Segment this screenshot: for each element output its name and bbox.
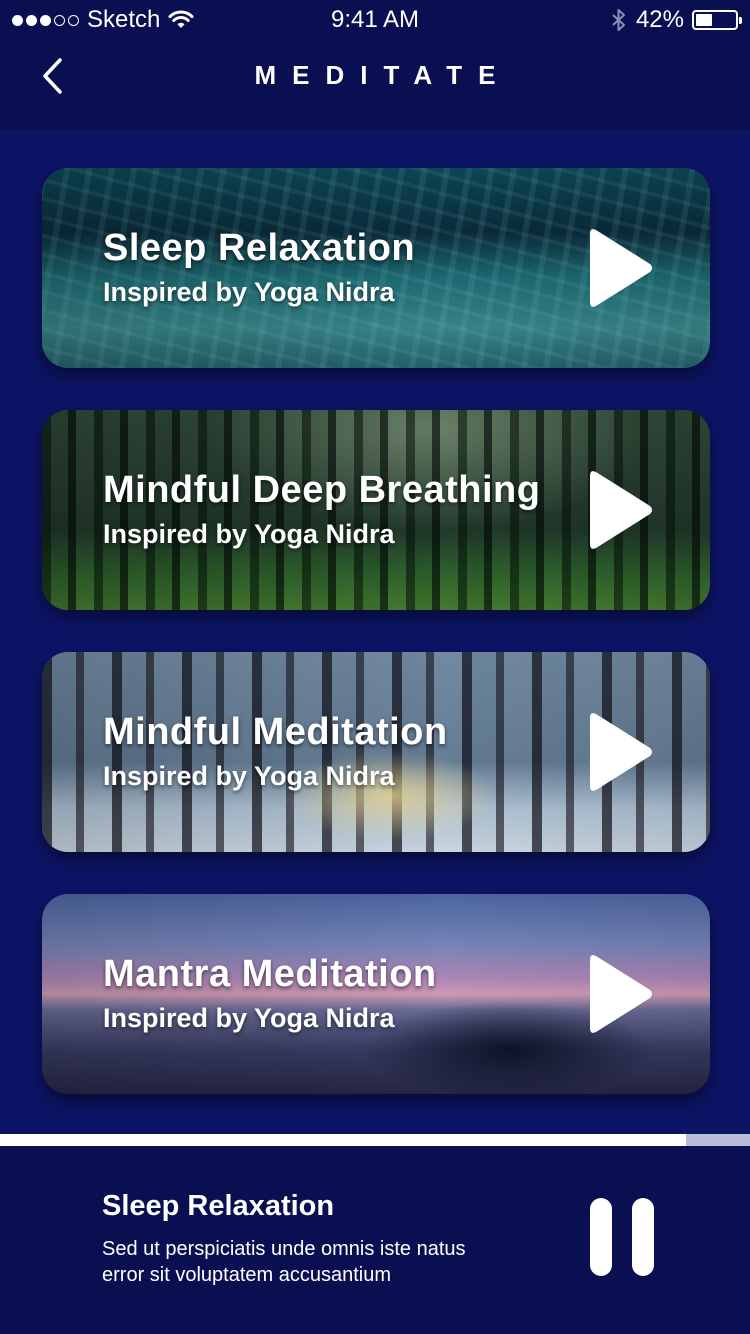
- signal-dot: [68, 14, 79, 26]
- play-icon[interactable]: [588, 950, 656, 1038]
- signal-strength-icon: [12, 14, 79, 26]
- session-subtitle: Inspired by Yoga Nidra: [103, 761, 395, 791]
- status-right: 42%: [610, 6, 742, 34]
- page-title: MEDITATE: [254, 60, 512, 90]
- battery-icon: [692, 10, 742, 30]
- signal-dot: [40, 14, 51, 26]
- session-card-sleep-relaxation[interactable]: Sleep Relaxation Inspired by Yoga Nidra: [42, 168, 710, 368]
- signal-dot: [12, 14, 23, 26]
- now-playing-description: Sed ut perspiciatis unde omnis iste natu…: [102, 1238, 466, 1286]
- session-list: Sleep Relaxation Inspired by Yoga Nidra …: [42, 168, 710, 1136]
- status-bar: Sketch 9:41 AM 42%: [0, 0, 750, 40]
- play-icon[interactable]: [588, 224, 656, 312]
- session-text: Mindful Deep Breathing Inspired by Yoga …: [103, 410, 543, 610]
- session-card-mindful-deep-breathing[interactable]: Mindful Deep Breathing Inspired by Yoga …: [42, 410, 710, 610]
- play-icon[interactable]: [588, 708, 656, 796]
- signal-dot: [54, 14, 65, 26]
- session-subtitle: Inspired by Yoga Nidra: [103, 277, 395, 307]
- playback-progress-fill: [0, 1134, 687, 1146]
- now-playing-bar: Sleep Relaxation Sed ut perspiciatis und…: [0, 1146, 750, 1334]
- wifi-icon: [168, 10, 194, 28]
- session-card-mindful-meditation[interactable]: Mindful Meditation Inspired by Yoga Nidr…: [42, 652, 710, 852]
- pause-icon: [632, 1198, 654, 1276]
- session-text: Mindful Meditation Inspired by Yoga Nidr…: [103, 652, 543, 852]
- meditate-screen: Sketch 9:41 AM 42% MEDITATE Sleep Relaxa…: [0, 0, 750, 1334]
- pause-button[interactable]: [590, 1198, 654, 1276]
- battery-level: [696, 14, 712, 26]
- session-title: Mantra Meditation: [103, 953, 437, 995]
- session-text: Sleep Relaxation Inspired by Yoga Nidra: [103, 168, 543, 368]
- playback-progress-bar[interactable]: [0, 1134, 750, 1146]
- status-left: Sketch: [12, 6, 194, 34]
- session-text: Mantra Meditation Inspired by Yoga Nidra: [103, 894, 543, 1094]
- session-subtitle: Inspired by Yoga Nidra: [103, 519, 395, 549]
- pause-icon: [590, 1198, 612, 1276]
- bluetooth-icon: [612, 9, 625, 31]
- play-icon[interactable]: [588, 466, 656, 554]
- nav-bar: MEDITATE: [0, 40, 750, 130]
- session-title: Mindful Deep Breathing: [103, 469, 541, 511]
- signal-dot: [26, 14, 37, 26]
- carrier-name: Sketch: [87, 6, 161, 33]
- session-card-mantra-meditation[interactable]: Mantra Meditation Inspired by Yoga Nidra: [42, 894, 710, 1094]
- session-title: Mindful Meditation: [103, 711, 448, 753]
- session-subtitle: Inspired by Yoga Nidra: [103, 1003, 395, 1033]
- session-title: Sleep Relaxation: [103, 227, 416, 269]
- now-playing-title: Sleep Relaxation: [102, 1190, 335, 1222]
- battery-percent: 42%: [635, 6, 684, 33]
